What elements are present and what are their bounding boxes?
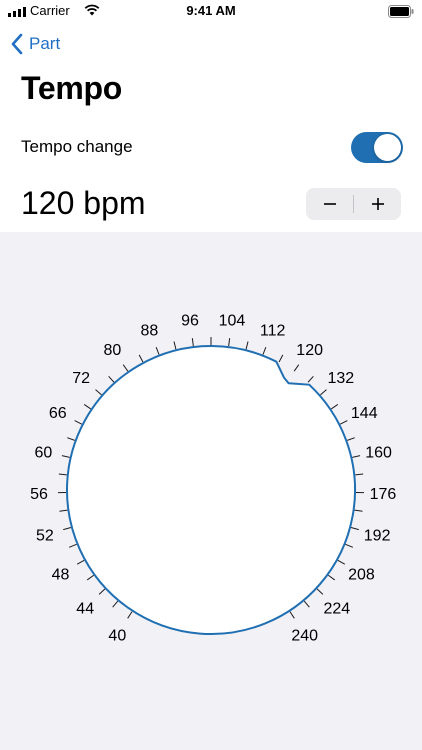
tempo-change-toggle[interactable] [351, 132, 403, 163]
dial-tick-label: 40 [108, 627, 126, 644]
dial-tick [303, 600, 310, 608]
dial-tick [61, 455, 70, 458]
dial-tick [293, 364, 300, 372]
tempo-dial[interactable]: 40 44 48 52 56 60 66 72 80 88 96 104 112 120132 144 160… [0, 232, 422, 750]
dial-tick-label: 56 [30, 486, 48, 503]
dial-tick-label: 112 [260, 322, 286, 339]
tempo-change-label: Tempo change [21, 137, 133, 156]
dial-tick-label: 72 [72, 370, 90, 387]
dial-tick-label: 52 [36, 528, 54, 545]
dial-tick [337, 559, 346, 565]
dial-tick [347, 437, 355, 441]
minus-icon [323, 203, 336, 205]
dial-tick [339, 420, 348, 425]
back-label: Part [29, 34, 61, 53]
dial-tick-label: 240 [291, 627, 318, 644]
dial-tick [95, 389, 102, 396]
dial-tick [122, 364, 129, 372]
dial-tick [320, 389, 327, 396]
dial-tick-label: 44 [76, 600, 94, 617]
dial-tick [74, 420, 83, 425]
decrement-button[interactable] [306, 188, 353, 220]
increment-button[interactable] [354, 188, 401, 220]
dial-tick-label: 88 [140, 322, 158, 339]
dial-tick-label: 176 [370, 486, 397, 503]
dial-tick [307, 375, 314, 383]
dial-tick [316, 588, 324, 595]
tempo-value: 120 bpm [21, 185, 146, 221]
chevron-left-icon [11, 33, 23, 55]
dial-tick [76, 559, 85, 565]
dial-tick-label: 208 [348, 566, 375, 583]
dial-tick [155, 346, 160, 355]
dial-tick [59, 509, 68, 512]
battery-icon [388, 5, 414, 18]
dial-tick-label: 104 [219, 312, 246, 329]
dial-tick [58, 473, 67, 476]
dial-tick [330, 404, 339, 410]
dial-tick-label: 66 [49, 405, 67, 422]
dial-tick [191, 338, 194, 347]
dial-tick [83, 404, 92, 410]
tempo-dial-panel: 40 44 48 52 56 60 66 72 80 88 96 104 112 120 132 144 160… [0, 232, 422, 750]
dial-tick [355, 473, 364, 476]
dial-tick [289, 611, 295, 619]
tempo-stepper [306, 188, 401, 220]
dial-tick-label: 192 [364, 528, 391, 545]
dial-tick [98, 588, 106, 595]
dial-tick-label: 96 [181, 312, 199, 329]
dial-tick [328, 574, 336, 581]
dial-tick [138, 354, 144, 363]
dial-tick-label: 80 [103, 342, 121, 359]
dial-tick-label: 60 [35, 444, 53, 461]
dial-tick-label: 160 [365, 444, 392, 461]
status-bar: Carrier 9:41 AM [0, 0, 422, 24]
dial-tick [245, 341, 249, 350]
dial-tick [63, 527, 72, 531]
dial-tick [86, 574, 94, 581]
page-title: Tempo [21, 70, 123, 106]
dial-tick [68, 543, 77, 548]
dial-tick [350, 527, 359, 531]
dial-tick [67, 437, 75, 441]
dial-tick-label: 48 [52, 566, 70, 583]
dial-tick [278, 354, 284, 363]
dial-tick-label: 144 [351, 405, 378, 422]
plus-icon [371, 198, 384, 210]
dial-tick-label: 132 [327, 370, 354, 387]
dial-tick [262, 346, 267, 355]
dial-tick [112, 600, 119, 608]
status-time: 9:41 AM [186, 3, 236, 18]
dial-tick [352, 455, 361, 458]
dial-tick [108, 375, 115, 383]
dial-tick-label: 224 [323, 600, 350, 617]
back-button[interactable]: Part [10, 30, 60, 58]
dial-tick [354, 509, 363, 512]
dial-tick-label: 120 [296, 342, 323, 359]
dial-tick [345, 543, 354, 548]
dial-tick [127, 611, 133, 619]
dial-disc[interactable] [66, 345, 356, 635]
toggle-knob [374, 134, 401, 161]
dial-tick [228, 338, 231, 347]
dial-tick [173, 341, 177, 350]
